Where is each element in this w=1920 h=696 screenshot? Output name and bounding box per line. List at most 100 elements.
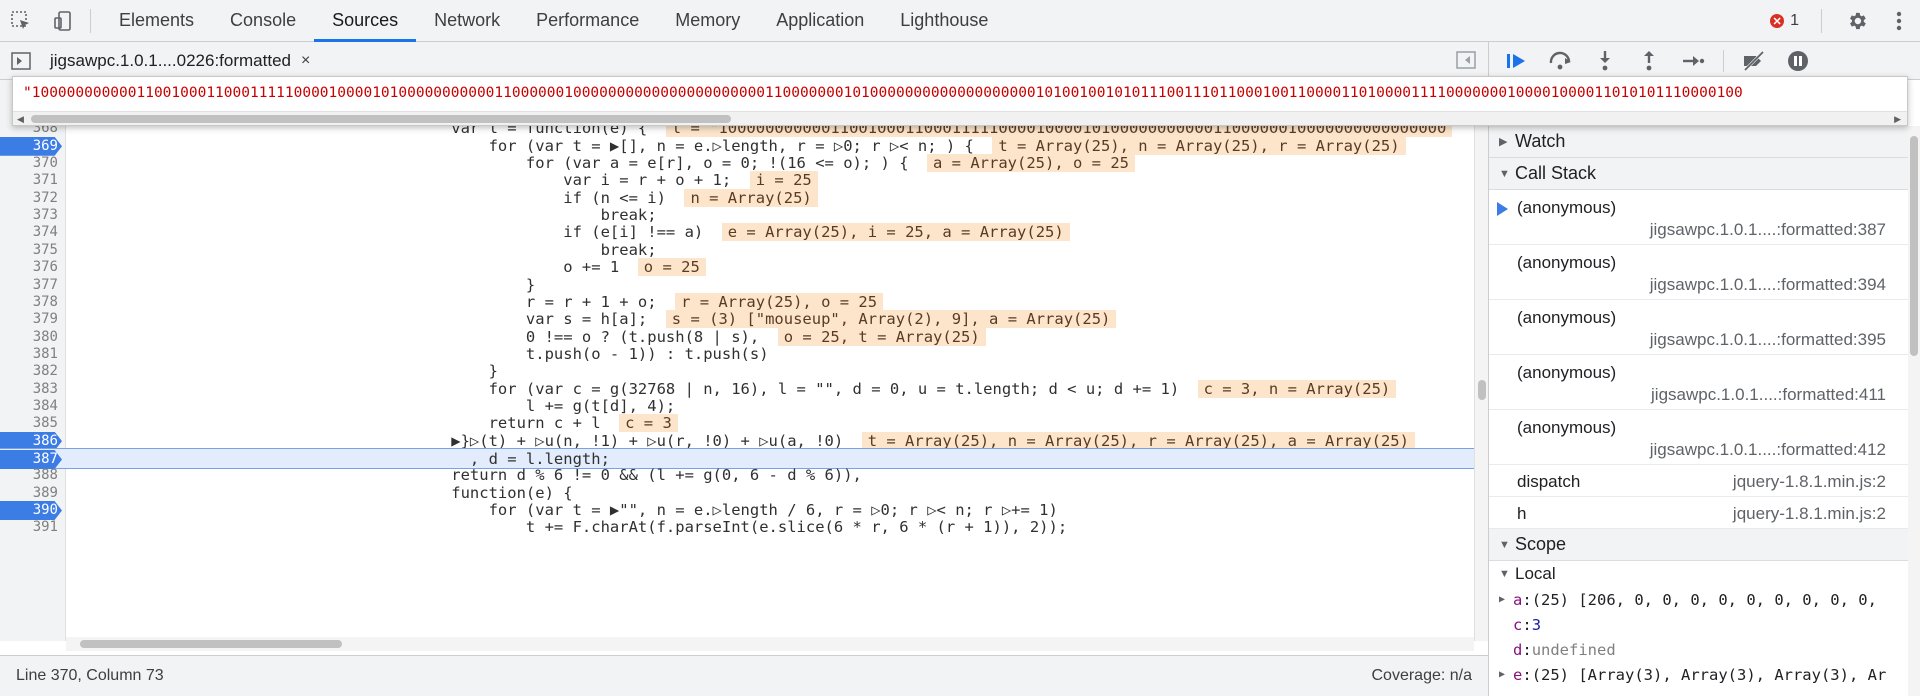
call-frame-location[interactable]: jigsawpc.1.0.1....:formatted:411 xyxy=(1651,385,1886,405)
step-into-icon[interactable] xyxy=(1591,47,1619,75)
call-frame[interactable]: dispatch jquery-1.8.1.min.js:2 xyxy=(1489,465,1920,497)
error-counter[interactable]: ✕ 1 xyxy=(1770,12,1799,30)
line-number[interactable]: 384 xyxy=(0,398,58,414)
line-number[interactable]: 383 xyxy=(0,381,58,397)
scope-variable[interactable]: ▶ e: (25) [Array(3), Array(3), Array(3), … xyxy=(1489,662,1920,687)
callstack-section-header[interactable]: ▼ Call Stack xyxy=(1489,158,1920,190)
file-tab[interactable]: jigsawpc.1.0.1....0226:formatted × xyxy=(50,51,310,71)
scroll-left-icon[interactable]: ◀ xyxy=(17,112,24,125)
tab-performance[interactable]: Performance xyxy=(518,0,657,42)
call-frame[interactable]: (anonymous) jigsawpc.1.0.1....:formatted:… xyxy=(1489,190,1920,245)
tab-lighthouse[interactable]: Lighthouse xyxy=(882,0,1006,42)
line-number[interactable]: 376 xyxy=(0,259,58,275)
code-editor[interactable]: 367 }368 var l = function(e) {l = "10000… xyxy=(0,80,1474,641)
tab-sources[interactable]: Sources xyxy=(314,0,417,42)
line-number[interactable]: 373 xyxy=(0,207,58,223)
editor-hscroll-thumb[interactable] xyxy=(80,640,342,648)
call-frame-location[interactable]: jigsawpc.1.0.1....:formatted:387 xyxy=(1650,220,1886,240)
line-number[interactable]: 379 xyxy=(0,311,58,327)
code-text: t += F.charAt(f.parseInt(e.slice(6 * r, … xyxy=(78,518,1068,537)
file-tab-label: jigsawpc.1.0.1....0226:formatted xyxy=(50,50,291,70)
gear-icon[interactable] xyxy=(1836,0,1878,42)
scope-variable[interactable]: c: 3 xyxy=(1489,612,1920,637)
line-number[interactable]: 377 xyxy=(0,277,58,293)
line-number[interactable]: 369 xyxy=(0,138,58,154)
editor-vscroll-thumb[interactable] xyxy=(1478,380,1486,400)
line-number[interactable]: 374 xyxy=(0,224,58,240)
tab-elements[interactable]: Elements xyxy=(101,0,212,42)
tab-network[interactable]: Network xyxy=(416,0,518,42)
line-number[interactable]: 370 xyxy=(0,155,58,171)
resume-icon[interactable] xyxy=(1503,47,1531,75)
scope-variable[interactable]: ▶ a: (25) [206, 0, 0, 0, 0, 0, 0, 0, 0, 0… xyxy=(1489,587,1920,612)
line-number[interactable]: 389 xyxy=(0,485,58,501)
sidebar-scrollbar[interactable] xyxy=(1908,126,1920,696)
call-frame[interactable]: (anonymous) jigsawpc.1.0.1....:formatted:… xyxy=(1489,410,1920,465)
toggle-debugger-icon[interactable] xyxy=(1456,51,1476,74)
code-text: return c + l xyxy=(78,414,601,433)
line-number[interactable]: 382 xyxy=(0,363,58,379)
call-frame-location[interactable]: jquery-1.8.1.min.js:2 xyxy=(1733,504,1886,524)
pause-on-exceptions-icon[interactable] xyxy=(1784,47,1812,75)
triangle-down-icon: ▼ xyxy=(1499,538,1510,551)
call-frame-name: (anonymous) xyxy=(1517,418,1617,437)
line-number[interactable]: 371 xyxy=(0,172,58,188)
scope-variable[interactable]: d: undefined xyxy=(1489,637,1920,662)
line-number[interactable]: 372 xyxy=(0,190,58,206)
scope-variable-key: a xyxy=(1513,590,1523,609)
line-number[interactable]: 386 xyxy=(0,433,58,449)
local-scope-title: Local xyxy=(1515,564,1556,583)
tab-console[interactable]: Console xyxy=(212,0,314,42)
device-toolbar-icon[interactable] xyxy=(42,0,84,42)
sidebar-scroll-thumb[interactable] xyxy=(1910,136,1918,356)
call-frame[interactable]: (anonymous) jigsawpc.1.0.1....:formatted:… xyxy=(1489,355,1920,410)
editor-horizontal-scrollbar[interactable] xyxy=(66,637,1474,651)
call-frame[interactable]: h jquery-1.8.1.min.js:2 xyxy=(1489,497,1920,529)
line-number[interactable]: 381 xyxy=(0,346,58,362)
watch-section-header[interactable]: ▶ Watch xyxy=(1489,126,1920,158)
tab-application[interactable]: Application xyxy=(758,0,882,42)
call-frame[interactable]: (anonymous) jigsawpc.1.0.1....:formatted:… xyxy=(1489,300,1920,355)
line-number[interactable]: 378 xyxy=(0,294,58,310)
step-out-icon[interactable] xyxy=(1635,47,1663,75)
line-number[interactable]: 380 xyxy=(0,329,58,345)
more-options-icon[interactable] xyxy=(1878,0,1920,42)
tab-memory[interactable]: Memory xyxy=(657,0,758,42)
close-icon[interactable]: × xyxy=(301,52,310,70)
inspect-element-icon[interactable] xyxy=(0,0,42,42)
code-text: for (var t = ▶[], n = e.▷length, r = ▷0;… xyxy=(78,136,974,155)
code-line[interactable]: 391 t += F.charAt(f.parseInt(e.slice(6 *… xyxy=(0,517,1474,538)
code-text: l += g(t[d], 4); xyxy=(78,396,676,415)
triangle-right-icon[interactable]: ▶ xyxy=(1499,594,1513,605)
triangle-right-icon[interactable]: ▶ xyxy=(1499,669,1513,680)
call-frame-location[interactable]: jigsawpc.1.0.1....:formatted:394 xyxy=(1650,275,1886,295)
editor-vertical-scrollbar[interactable] xyxy=(1474,80,1488,641)
call-frame[interactable]: (anonymous) jigsawpc.1.0.1....:formatted:… xyxy=(1489,245,1920,300)
code-text: break; xyxy=(78,206,657,225)
error-icon: ✕ xyxy=(1770,14,1785,28)
call-frame-location[interactable]: jigsawpc.1.0.1....:formatted:412 xyxy=(1650,440,1886,460)
scroll-right-icon[interactable]: ▶ xyxy=(1894,112,1901,125)
line-number[interactable]: 390 xyxy=(0,502,58,518)
watch-title: Watch xyxy=(1515,131,1566,151)
debugger-controls xyxy=(1488,42,1920,80)
step-over-icon[interactable] xyxy=(1547,47,1575,75)
popover-scroll-thumb[interactable] xyxy=(31,115,731,123)
line-number[interactable]: 391 xyxy=(0,519,58,535)
call-frame-name: (anonymous) xyxy=(1517,198,1617,217)
line-number[interactable]: 388 xyxy=(0,467,58,483)
line-number[interactable]: 375 xyxy=(0,242,58,258)
inline-value: n = Array(25) xyxy=(684,188,818,207)
deactivate-breakpoints-icon[interactable] xyxy=(1740,47,1768,75)
scope-local-header[interactable]: ▼ Local xyxy=(1489,561,1920,587)
call-stack-list: (anonymous) jigsawpc.1.0.1....:formatted:… xyxy=(1489,190,1920,529)
popover-scrollbar[interactable]: ◀ ▶ xyxy=(13,111,1907,125)
code-text: break; xyxy=(78,240,657,259)
scope-section-header[interactable]: ▼ Scope xyxy=(1489,529,1920,561)
step-icon[interactable] xyxy=(1679,47,1707,75)
line-number[interactable]: 385 xyxy=(0,415,58,431)
scope-title: Scope xyxy=(1515,534,1567,554)
call-frame-location[interactable]: jigsawpc.1.0.1....:formatted:395 xyxy=(1650,330,1886,350)
scope-variable-key: d xyxy=(1513,640,1523,659)
call-frame-location[interactable]: jquery-1.8.1.min.js:2 xyxy=(1733,472,1886,492)
